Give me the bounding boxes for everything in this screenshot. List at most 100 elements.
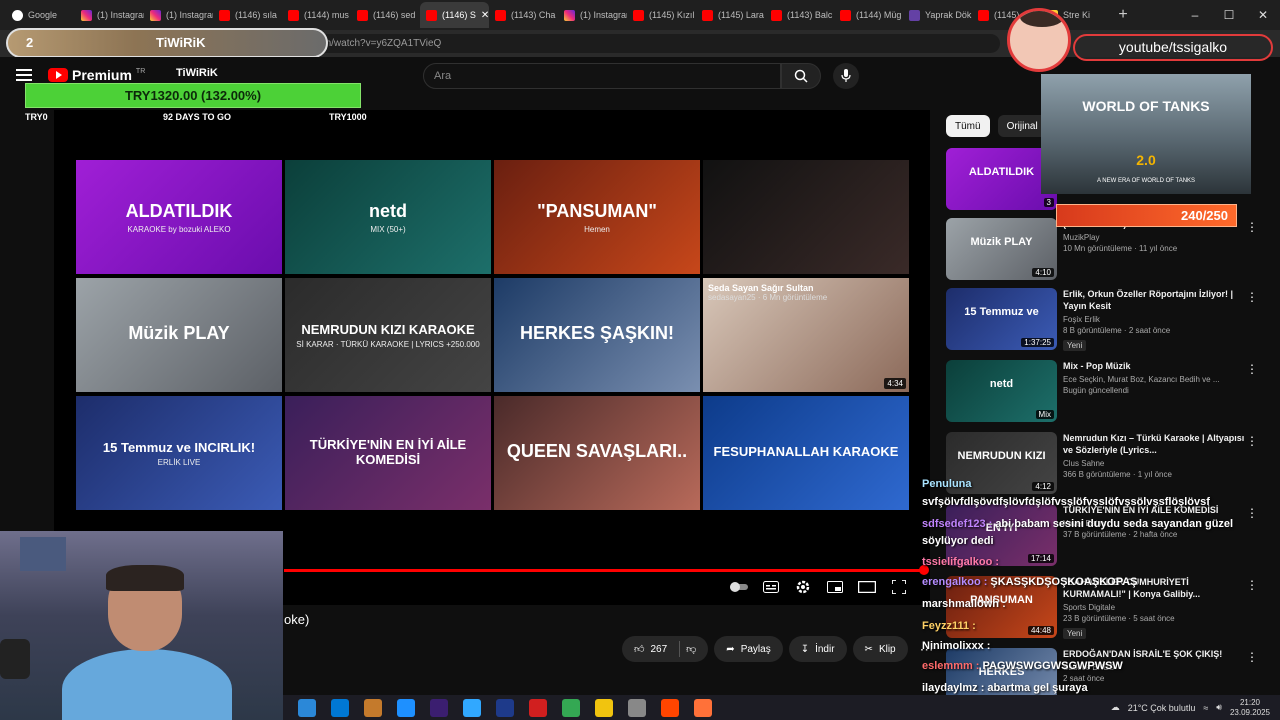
- more-options-icon[interactable]: ⋮: [1246, 290, 1258, 304]
- thumbnail-text: Müzik PLAY: [128, 323, 230, 343]
- recommended-video[interactable]: 15 Temmuz ve 1:37:25 Erlik, Orkun Özeller …: [946, 288, 1266, 354]
- minimize-icon[interactable]: –: [1178, 0, 1212, 30]
- menu-icon[interactable]: [16, 69, 32, 81]
- clock[interactable]: 21:20 23.09.2025: [1230, 698, 1270, 718]
- end-screen-video[interactable]: netd MIX (50+): [285, 160, 491, 274]
- browser-tab[interactable]: (1143) Cha: [489, 2, 558, 28]
- end-screen-video[interactable]: ALDATILDIK KARAOKE by bozuki ALEKO: [76, 160, 282, 274]
- taskbar-app-icon[interactable]: [364, 698, 382, 717]
- new-tab-icon[interactable]: +: [1110, 6, 1136, 24]
- filter-chip[interactable]: Tümü: [946, 115, 990, 137]
- recommended-video[interactable]: Müzik PLAY4:10(Official Video)MuzikPlay1…: [946, 218, 1266, 284]
- clip-button[interactable]: ✂ Klip: [852, 636, 908, 662]
- end-screen-video[interactable]: NEMRUDUN KIZI KARAOKE Sİ KARAR · TÜRKÜ KA…: [285, 278, 491, 392]
- end-screen-video[interactable]: Seda Sayan Sağır Sultan sedasayan25 · 6 M…: [703, 278, 909, 392]
- browser-tab[interactable]: (1) Instagram: [144, 2, 213, 28]
- like-button[interactable]: 👍︎ 267 👎︎: [622, 636, 709, 662]
- browser-tab[interactable]: Yaprak Dök: [903, 2, 972, 28]
- more-options-icon[interactable]: ⋮: [1246, 362, 1258, 376]
- youtube-logo[interactable]: Premium TR: [48, 67, 145, 83]
- chat-message: ilaydaylmz : abartma gel şuraya: [922, 682, 1088, 694]
- browser-tab[interactable]: (1146) sed: [351, 2, 420, 28]
- settings-icon[interactable]: [794, 578, 812, 596]
- recommended-thumbnail[interactable]: Müzik PLAY 4:10: [946, 218, 1057, 280]
- taskbar: ☁ 21°C Çok bulutlu ≈ 🔊︎ 21:20 23.09.2025: [283, 695, 1280, 720]
- browser-tab[interactable]: (1146) S ✕: [420, 2, 489, 28]
- region-code: TR: [135, 67, 146, 75]
- recommended-thumbnail[interactable]: 15 Temmuz ve 1:37:25: [946, 288, 1057, 350]
- chat-message: Penuluna: [922, 478, 975, 490]
- browser-tab[interactable]: (1146) sıla: [213, 2, 282, 28]
- thumbnail-text: netd: [989, 378, 1014, 390]
- taskbar-app-icon[interactable]: [298, 698, 316, 717]
- youtube-icon: [702, 9, 713, 21]
- wall-poster: [20, 537, 66, 571]
- taskbar-app-icon[interactable]: [463, 698, 481, 717]
- browser-tab[interactable]: (1) Instagram: [558, 2, 627, 28]
- browser-tab-bar: Google (1) Instagram (1) Instagram (1146) s…: [0, 0, 1280, 30]
- taskbar-app-icon[interactable]: [496, 698, 514, 717]
- browser-tab[interactable]: (1144) Müg: [834, 2, 903, 28]
- more-options-icon[interactable]: ⋮: [1246, 220, 1258, 234]
- taskbar-app-icon[interactable]: [430, 698, 448, 717]
- taskbar-app-icon[interactable]: [529, 698, 547, 717]
- google-icon: [12, 9, 23, 21]
- autoplay-toggle-icon[interactable]: [730, 578, 748, 596]
- end-screen-video[interactable]: HERKES ŞAŞKIN!: [494, 278, 700, 392]
- streamer-avatar: [1007, 8, 1071, 72]
- taskbar-app-icon[interactable]: [628, 698, 646, 717]
- browser-tab[interactable]: (1) Instagram: [75, 2, 144, 28]
- end-screen-video[interactable]: [703, 160, 909, 274]
- share-icon: ➦: [726, 643, 735, 655]
- subscriber-goal-counter: 240/250: [1056, 204, 1237, 227]
- close-window-icon[interactable]: ✕: [1246, 0, 1280, 30]
- fullscreen-icon[interactable]: [890, 578, 908, 596]
- world-of-tanks-ad[interactable]: WORLD OF TANKS 2.0 A NEW ERA OF WORLD OF…: [1041, 74, 1251, 194]
- taskbar-app-icon[interactable]: [331, 698, 349, 717]
- search-button[interactable]: [781, 63, 821, 89]
- taskbar-app-icon[interactable]: [595, 698, 613, 717]
- thumbnail-subtext: KARAOKE by bozuki ALEKO: [127, 224, 231, 234]
- tab-label: (1144) mus: [304, 10, 349, 20]
- volume-icon[interactable]: 🔊︎: [1216, 702, 1222, 713]
- close-tab-icon[interactable]: ✕: [481, 10, 489, 21]
- search-input[interactable]: Ara: [423, 63, 781, 89]
- taskbar-app-icon[interactable]: [397, 698, 415, 717]
- taskbar-app-icon[interactable]: [694, 698, 712, 717]
- miniplayer-icon[interactable]: [826, 578, 844, 596]
- download-button[interactable]: ↧ İndir: [788, 636, 847, 662]
- thumbs-up-icon: 👍︎: [634, 644, 645, 655]
- recommended-title: Mix - Pop Müzik: [1063, 361, 1131, 371]
- voice-search-button[interactable]: [833, 63, 859, 89]
- wifi-icon[interactable]: ≈: [1203, 703, 1208, 713]
- chat-text: ŞKASŞKDŞOŞKOAŞKOPAŞ: [990, 576, 1138, 588]
- thumbs-down-icon[interactable]: 👎︎: [686, 643, 696, 655]
- taskbar-app-icon[interactable]: [661, 698, 679, 717]
- browser-tab[interactable]: (1143) Balc: [765, 2, 834, 28]
- chat-text: svfşölvfdlşövdfşlövfdşlöfvsşlöfvşslöfvşs…: [922, 496, 1210, 508]
- duration-badge: 4:10: [1032, 268, 1054, 277]
- progress-bar[interactable]: [284, 569, 924, 572]
- maximize-icon[interactable]: ☐: [1212, 0, 1246, 30]
- recommended-channel: Foşix Erlik: [1063, 315, 1100, 324]
- browser-tab[interactable]: Google: [6, 2, 75, 28]
- end-screen-video[interactable]: Müzik PLAY: [76, 278, 282, 392]
- thumbnail-text: 15 Temmuz ve: [964, 306, 1039, 318]
- subtitles-icon[interactable]: [762, 578, 780, 596]
- end-screen-video[interactable]: 15 Temmuz ve INCIRLIK! ERLİK LIVE: [76, 396, 282, 510]
- taskbar-app-icon[interactable]: [562, 698, 580, 717]
- theater-mode-icon[interactable]: [858, 578, 876, 596]
- chat-message: tssielifgalkoo :: [922, 556, 1002, 568]
- end-screen-video[interactable]: TÜRKİYE'NİN EN İYİ AİLE KOMEDİSİ: [285, 396, 491, 510]
- thumbnail-text: QUEEN SAVAŞLARI..: [506, 441, 688, 461]
- end-screen-video[interactable]: "PANSUMAN" Hemen: [494, 160, 700, 274]
- browser-tab[interactable]: (1144) mus: [282, 2, 351, 28]
- end-screen-video[interactable]: FESUPHANALLAH KARAOKE: [703, 396, 909, 510]
- more-options-icon[interactable]: ⋮: [1246, 434, 1258, 448]
- share-button[interactable]: ➦ Paylaş: [714, 636, 783, 662]
- recommended-thumbnail[interactable]: netd Mix: [946, 360, 1057, 422]
- browser-tab[interactable]: (1145) Kızıl: [627, 2, 696, 28]
- browser-tab[interactable]: (1145) Lara: [696, 2, 765, 28]
- recommended-video[interactable]: netd Mix Mix - Pop Müzik Ece Seçkin, Murat …: [946, 360, 1266, 426]
- end-screen-video[interactable]: QUEEN SAVAŞLARI..: [494, 396, 700, 510]
